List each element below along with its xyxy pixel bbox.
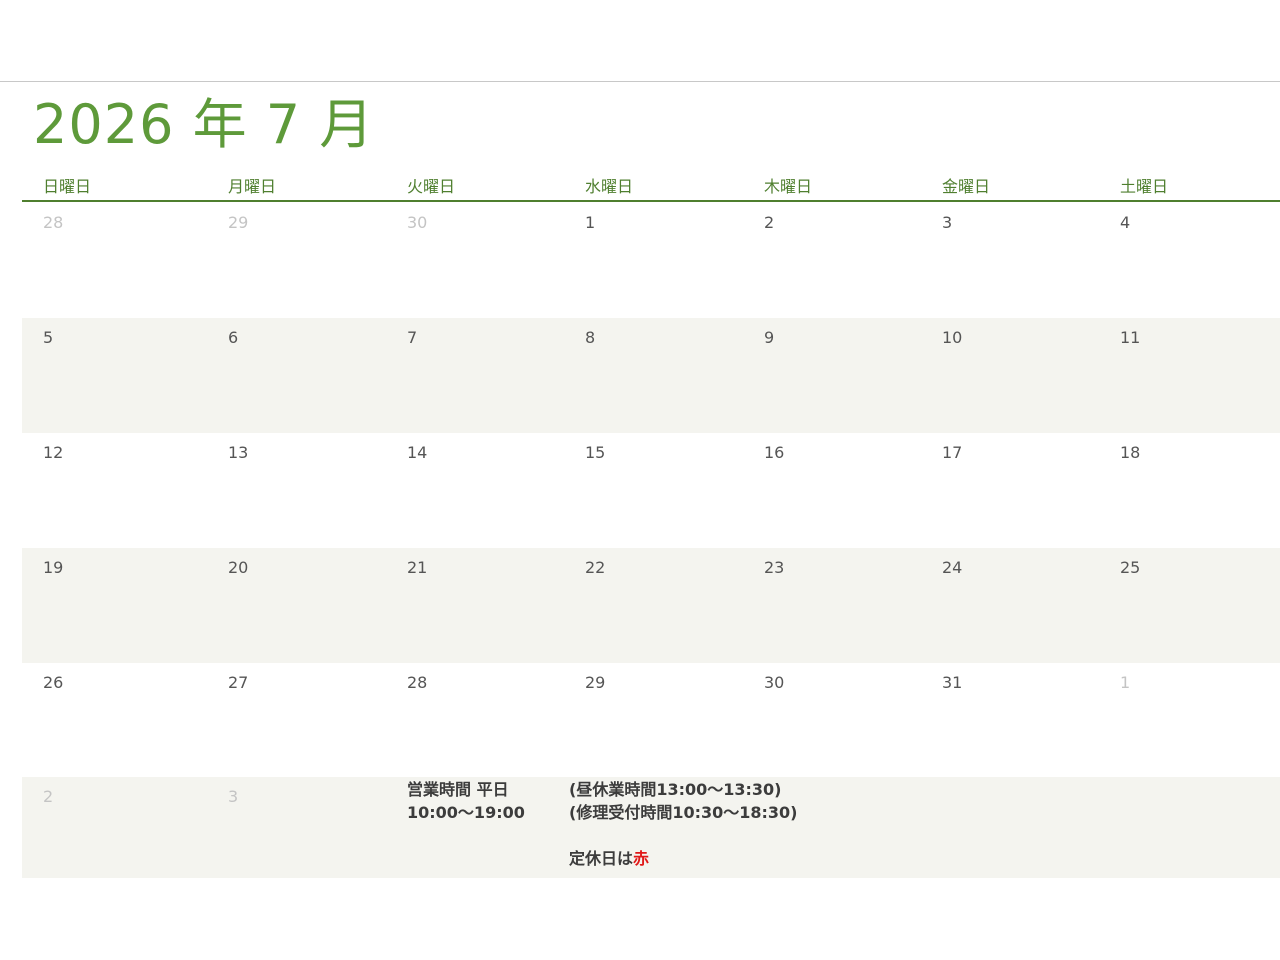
day-cell[interactable]: 2 xyxy=(764,213,774,233)
weekday-header-cell: 日曜日 xyxy=(43,177,92,196)
top-divider xyxy=(0,81,1280,82)
day-cell[interactable]: 3 xyxy=(942,213,952,233)
day-cell[interactable]: 13 xyxy=(228,443,248,463)
week-row: 5 6 7 8 9 10 11 xyxy=(22,318,1280,433)
day-cell[interactable]: 1 xyxy=(585,213,595,233)
holiday-red-word: 赤 xyxy=(633,849,650,868)
day-cell[interactable]: 23 xyxy=(764,558,784,578)
week-row: 12 13 14 15 16 17 18 xyxy=(22,433,1280,548)
header-divider xyxy=(22,200,1280,202)
day-cell[interactable]: 15 xyxy=(585,443,605,463)
day-cell[interactable]: 9 xyxy=(764,328,774,348)
day-cell[interactable]: 10 xyxy=(942,328,962,348)
day-cell[interactable]: 30 xyxy=(764,673,784,693)
day-cell[interactable]: 27 xyxy=(228,673,248,693)
business-hours-line1: 営業時間 平日 xyxy=(407,780,509,799)
day-cell[interactable]: 18 xyxy=(1120,443,1140,463)
note-spacer xyxy=(569,824,798,847)
week-row: 26 27 28 29 30 31 1 xyxy=(22,663,1280,778)
repair-hours-text: (修理受付時間10:30～18:30) xyxy=(569,803,798,822)
other-month-day[interactable]: 3 xyxy=(228,787,238,807)
day-cell[interactable]: 5 xyxy=(43,328,53,348)
hours-detail-note: (昼休業時間13:00～13:30) (修理受付時間10:30～18:30) 定… xyxy=(569,778,798,870)
business-hours-line2: 10:00～19:00 xyxy=(407,803,525,822)
holiday-note: 定休日は赤 xyxy=(569,847,798,870)
day-cell[interactable]: 14 xyxy=(407,443,427,463)
weekday-header-cell: 金曜日 xyxy=(942,177,991,196)
other-month-day[interactable]: 1 xyxy=(1120,673,1130,693)
weekday-header-cell: 月曜日 xyxy=(228,177,277,196)
lunch-break-text: (昼休業時間13:00～13:30) xyxy=(569,780,782,799)
day-cell[interactable]: 19 xyxy=(43,558,63,578)
day-cell[interactable]: 24 xyxy=(942,558,962,578)
weekday-header-cell: 火曜日 xyxy=(407,177,456,196)
day-cell[interactable]: 17 xyxy=(942,443,962,463)
day-cell[interactable]: 20 xyxy=(228,558,248,578)
other-month-day[interactable]: 30 xyxy=(407,213,427,233)
business-hours-note: 営業時間 平日 10:00～19:00 xyxy=(407,778,525,824)
calendar-title: 2026 年 7 月 xyxy=(33,93,375,156)
day-cell[interactable]: 8 xyxy=(585,328,595,348)
day-cell[interactable]: 12 xyxy=(43,443,63,463)
weekday-header: 日曜日 月曜日 火曜日 水曜日 木曜日 金曜日 土曜日 xyxy=(22,176,1280,200)
day-cell[interactable]: 29 xyxy=(585,673,605,693)
day-cell[interactable]: 6 xyxy=(228,328,238,348)
day-cell[interactable]: 31 xyxy=(942,673,962,693)
other-month-day[interactable]: 28 xyxy=(43,213,63,233)
day-cell[interactable]: 16 xyxy=(764,443,784,463)
week-row: 19 20 21 22 23 24 25 xyxy=(22,548,1280,663)
day-cell[interactable]: 22 xyxy=(585,558,605,578)
day-cell[interactable]: 21 xyxy=(407,558,427,578)
weekday-header-cell: 木曜日 xyxy=(764,177,813,196)
day-cell[interactable]: 25 xyxy=(1120,558,1140,578)
other-month-day[interactable]: 29 xyxy=(228,213,248,233)
calendar-page: 2026 年 7 月 日曜日 月曜日 火曜日 水曜日 木曜日 金曜日 土曜日 28 29 30 1… xyxy=(0,0,1280,960)
holiday-note-prefix: 定休日は xyxy=(569,849,634,868)
day-cell[interactable]: 4 xyxy=(1120,213,1130,233)
day-cell[interactable]: 7 xyxy=(407,328,417,348)
other-month-day[interactable]: 2 xyxy=(43,787,53,807)
day-cell[interactable]: 26 xyxy=(43,673,63,693)
day-cell[interactable]: 11 xyxy=(1120,328,1140,348)
day-cell[interactable]: 28 xyxy=(407,673,427,693)
week-row: 28 29 30 1 2 3 4 xyxy=(22,203,1280,318)
weekday-header-cell: 水曜日 xyxy=(585,177,634,196)
weekday-header-cell: 土曜日 xyxy=(1120,177,1169,196)
